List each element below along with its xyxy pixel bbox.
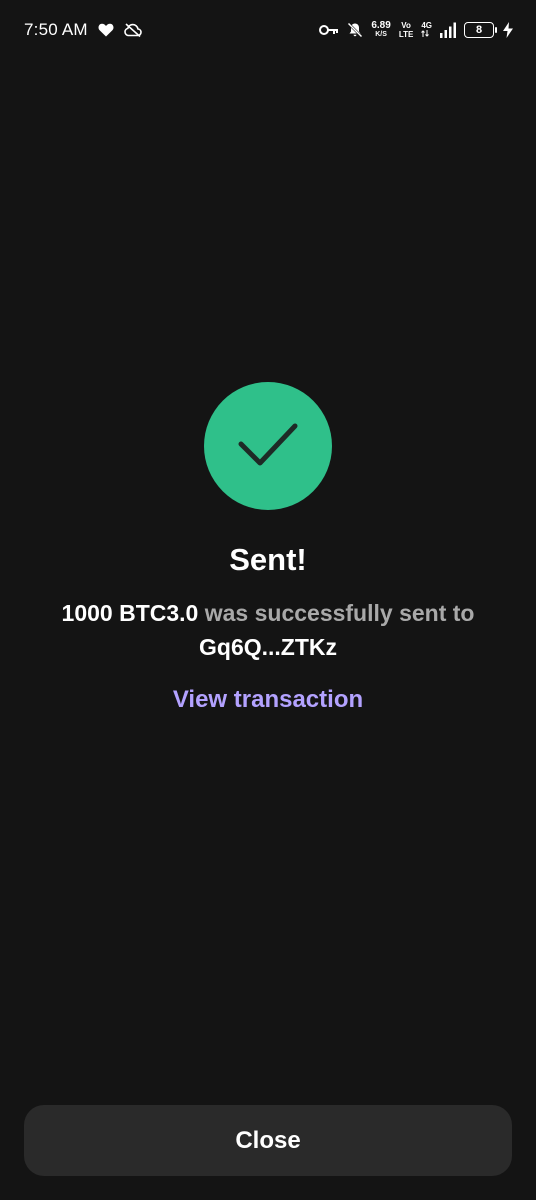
network-type: 4G <box>421 20 432 30</box>
status-bar-left: 7:50 AM <box>24 20 142 40</box>
signal-icon <box>440 22 456 38</box>
page-title: Sent! <box>229 542 307 577</box>
cloud-off-icon <box>123 23 142 37</box>
data-arrows-icon <box>421 29 430 39</box>
network-type-indicator: 4G <box>421 20 432 39</box>
success-message-text: was successfully sent to <box>198 600 475 626</box>
recipient-address: Gq6Q...ZTKz <box>199 634 337 660</box>
bell-off-icon <box>347 22 363 38</box>
volte-indicator: Vo LTE <box>399 21 414 39</box>
close-button[interactable]: Close <box>24 1105 512 1176</box>
net-speed-unit: K/S <box>375 31 387 38</box>
battery-icon: 8 <box>464 22 497 38</box>
sent-success-screen: 7:50 AM 6.89 K/S Vo LTE 4G 8 Sent! 1000 … <box>0 0 536 1200</box>
volte-top: Vo <box>401 21 411 30</box>
key-icon <box>319 24 339 36</box>
status-bar-right: 6.89 K/S Vo LTE 4G 8 <box>319 21 514 39</box>
heart-icon <box>98 23 114 37</box>
volte-bottom: LTE <box>398 30 414 39</box>
net-speed-value: 6.89 <box>371 20 391 31</box>
success-message: 1000 BTC3.0 was successfully sent to Gq6… <box>40 596 496 664</box>
check-icon <box>236 419 300 474</box>
battery-level: 8 <box>475 24 483 36</box>
status-bar: 7:50 AM 6.89 K/S Vo LTE 4G 8 <box>0 0 536 60</box>
view-transaction-link[interactable]: View transaction <box>0 686 536 714</box>
net-speed-indicator: 6.89 K/S <box>371 21 390 39</box>
sent-amount: 1000 BTC3.0 <box>61 600 199 626</box>
success-check-circle <box>204 382 332 510</box>
status-time: 7:50 AM <box>24 20 88 39</box>
charging-icon <box>502 22 514 38</box>
